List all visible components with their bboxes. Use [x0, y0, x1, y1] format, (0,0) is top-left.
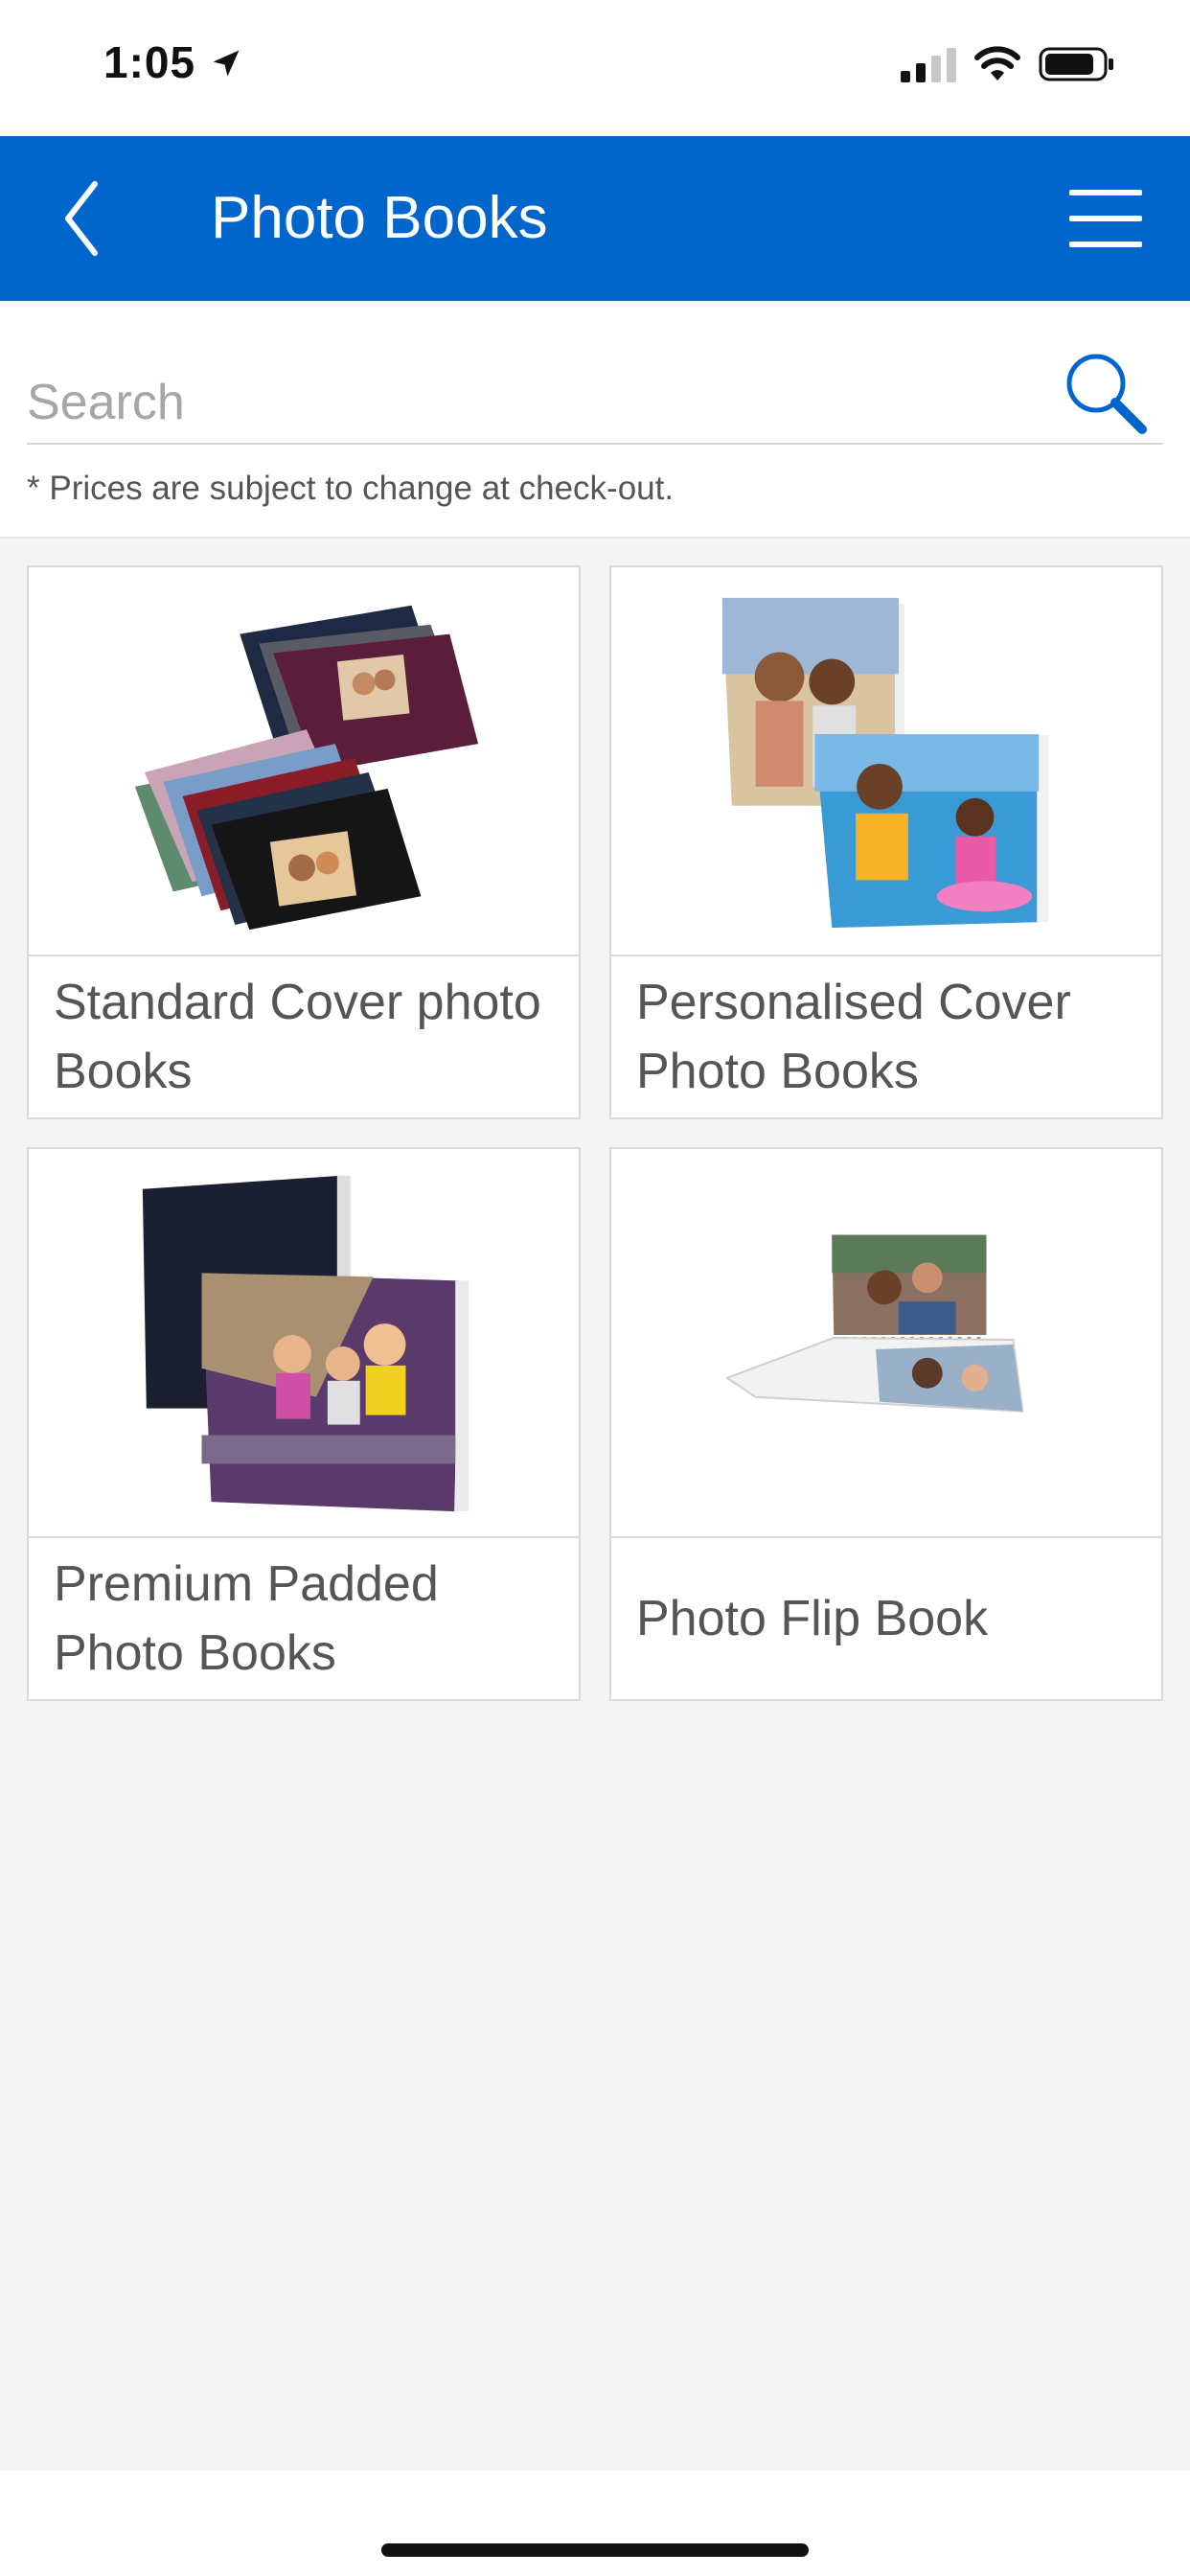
standard-cover-books-image: [134, 605, 479, 931]
app-header: Photo Books: [0, 136, 1190, 301]
product-image: [29, 567, 579, 956]
search-underline: [27, 443, 1163, 445]
page-title: Photo Books: [211, 185, 548, 251]
search-input[interactable]: [27, 362, 1033, 443]
premium-padded-books-image: [142, 1175, 469, 1512]
chevron-left-icon: [65, 181, 98, 256]
product-image: [29, 1149, 579, 1538]
status-time: 1:05: [103, 37, 196, 87]
battery-icon: [1039, 47, 1113, 81]
product-label: Standard Cover photo Books: [54, 975, 541, 1099]
search-button[interactable]: [1062, 349, 1150, 437]
menu-button[interactable]: [1065, 186, 1146, 251]
product-card-photo-flip-book[interactable]: Photo Flip Book: [609, 1147, 1163, 1701]
product-card-standard-cover[interactable]: Standard Cover photo Books: [27, 565, 581, 1119]
cellular-signal-icon: [901, 48, 956, 82]
home-indicator[interactable]: [381, 2543, 809, 2557]
product-label: Personalised Cover Photo Books: [636, 975, 1071, 1099]
price-disclaimer: * Prices are subject to change at check-…: [27, 470, 675, 507]
product-card-personalised-cover[interactable]: Personalised Cover Photo Books: [609, 565, 1163, 1119]
status-bar: 1:05: [0, 0, 1190, 136]
product-label: Photo Flip Book: [636, 1591, 989, 1646]
bottom-bar: [0, 2471, 1190, 2576]
product-image: [611, 567, 1161, 956]
wifi-icon: [974, 46, 1020, 80]
personalised-cover-books-image: [721, 597, 1049, 929]
photo-flip-book-image: [724, 1234, 1024, 1413]
product-label: Premium Padded Photo Books: [54, 1556, 439, 1681]
product-card-premium-padded[interactable]: Premium Padded Photo Books: [27, 1147, 581, 1701]
search-icon: [1066, 354, 1147, 434]
product-image: [611, 1149, 1161, 1538]
back-button[interactable]: [48, 171, 115, 266]
location-arrow-icon: [213, 50, 240, 77]
search-panel: * Prices are subject to change at check-…: [0, 301, 1190, 539]
